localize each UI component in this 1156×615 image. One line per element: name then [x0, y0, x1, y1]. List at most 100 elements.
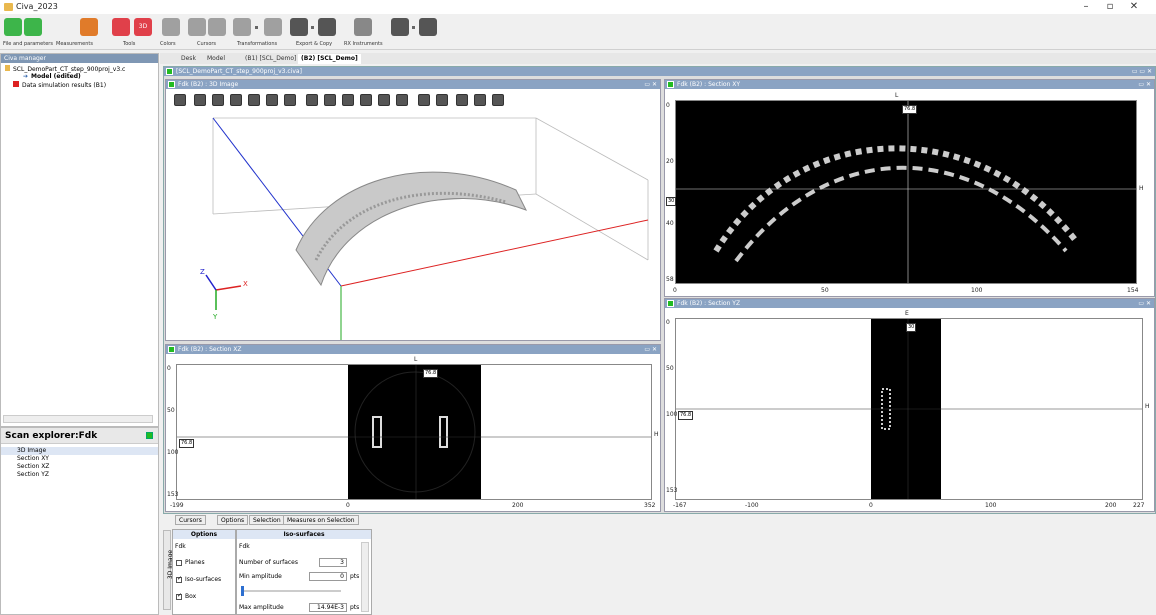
- section-xz-controls[interactable]: ▭ ✕: [644, 345, 657, 354]
- box-checkbox[interactable]: ✓: [176, 592, 182, 600]
- tab-model[interactable]: Model: [204, 54, 228, 64]
- toolbar-label-export: Export & Copy: [296, 41, 333, 47]
- side-tab-3d-image[interactable]: 3D Image: [163, 530, 174, 610]
- window-controls[interactable]: ▭ ▭ ✕: [1132, 67, 1152, 76]
- view-iso-icon[interactable]: [266, 94, 278, 106]
- tree-item-results[interactable]: Data simulation results (B1): [1, 81, 158, 89]
- view-front-icon[interactable]: [212, 94, 224, 106]
- iso-group-label: Fdk: [239, 543, 250, 550]
- cursor-value-xy-left: 30: [666, 197, 677, 206]
- layout-icon-2[interactable]: [419, 18, 437, 36]
- view-side-icon[interactable]: [230, 94, 242, 106]
- rx-instruments-icon[interactable]: [354, 18, 372, 36]
- section-xy-plot[interactable]: 76.8 30: [666, 100, 1137, 284]
- rotate-icon-6[interactable]: [396, 94, 408, 106]
- 3d-scene[interactable]: X Z Y: [166, 110, 660, 340]
- parameters-icon[interactable]: [24, 18, 42, 36]
- tab-selection[interactable]: Selection: [249, 515, 285, 525]
- section-yz-controls[interactable]: ▭ ✕: [1138, 299, 1151, 308]
- section-xy-controls[interactable]: ▭ ✕: [1138, 80, 1151, 89]
- camera-icon[interactable]: [318, 18, 336, 36]
- horizontal-scrollbar[interactable]: [3, 415, 153, 423]
- part-model: [295, 171, 528, 287]
- scan-explorer-title: Scan explorer:Fdk: [1, 428, 158, 444]
- rotate-icon-4[interactable]: [360, 94, 372, 106]
- rotate-icon-2[interactable]: [324, 94, 336, 106]
- maximize-button[interactable]: ▫: [1100, 1, 1120, 13]
- amplitude-slider-thumb[interactable]: [241, 586, 244, 596]
- iso-icon[interactable]: [436, 94, 448, 106]
- tab-b2[interactable]: (B2) [SCL_Demo]: [298, 54, 361, 64]
- folder-icon: [5, 65, 10, 71]
- cursors-icon-2[interactable]: [208, 18, 226, 36]
- export-icon[interactable]: [290, 18, 308, 36]
- bottom-panel: Cursors Options Selection Measures on Se…: [163, 514, 1156, 615]
- section-xz-title: Fdk (B2) : Section XZ: [178, 346, 242, 353]
- view-iso2-icon[interactable]: [284, 94, 296, 106]
- options-title: Options: [173, 530, 235, 539]
- transformations-icon[interactable]: [233, 18, 251, 36]
- window-title: Civa_2023: [16, 2, 58, 11]
- iso-scrollbar[interactable]: [361, 542, 369, 612]
- section-yz-image: [676, 319, 1142, 499]
- tools-icon[interactable]: [112, 18, 130, 36]
- tab-cursors[interactable]: Cursors: [175, 515, 206, 525]
- max-amplitude-label: Max amplitude: [239, 604, 284, 611]
- cursors-icon[interactable]: [188, 18, 206, 36]
- number-of-surfaces-input[interactable]: 3: [319, 558, 347, 567]
- section-xz-plot[interactable]: 76.8 76.8: [176, 364, 652, 500]
- rotate-icon-5[interactable]: [378, 94, 390, 106]
- amplitude-slider[interactable]: [241, 590, 341, 592]
- iso-surfaces-checkbox[interactable]: ✓: [176, 575, 182, 583]
- iso-surfaces-panel: Iso-surfaces Fdk Number of surfaces 3 Mi…: [236, 529, 372, 615]
- rotate-icon-3[interactable]: [342, 94, 354, 106]
- close-button[interactable]: ✕: [1124, 1, 1144, 13]
- transform-icon-2[interactable]: [264, 18, 282, 36]
- status-icon: [146, 432, 153, 439]
- axes-gizmo: X Z Y: [200, 268, 248, 321]
- view-3d-controls[interactable]: ▭ ✕: [644, 80, 657, 89]
- box3-icon[interactable]: [492, 94, 504, 106]
- view-top-icon[interactable]: [248, 94, 260, 106]
- section-xz-image: [177, 365, 651, 499]
- layout-icon[interactable]: [391, 18, 409, 36]
- colors-icon[interactable]: [162, 18, 180, 36]
- view-3d-window: Fdk (B2) : 3D Image ▭ ✕ X Z Y: [165, 79, 661, 341]
- max-amplitude-input[interactable]: 14.94E-3: [309, 603, 347, 612]
- tab-b1[interactable]: (B1) [SCL_Demo]: [242, 54, 299, 64]
- pointer-icon[interactable]: [174, 94, 186, 106]
- civa-manager-title: Civa manager: [1, 54, 158, 63]
- box2-icon[interactable]: [474, 94, 486, 106]
- options-group-label: Fdk: [175, 543, 186, 550]
- app-icon: [4, 3, 13, 11]
- scan-item-section-yz[interactable]: Section YZ: [1, 471, 158, 479]
- min-amplitude-label: Min amplitude: [239, 573, 282, 580]
- cursor-value-xy-top: 76.8: [902, 105, 918, 114]
- tree-item-project[interactable]: SCL_DemoPart_CT_step_900proj_v3.c: [1, 65, 158, 73]
- section-yz-plot[interactable]: 30 76.8: [675, 318, 1143, 500]
- cursor-value-yz-left: 76.8: [678, 411, 694, 420]
- tree-item-model[interactable]: ➔ Model (edited): [1, 73, 158, 81]
- tab-measures-on-selection[interactable]: Measures on Selection: [283, 515, 359, 525]
- tab-options[interactable]: Options: [217, 515, 249, 525]
- planes-checkbox[interactable]: [176, 560, 182, 566]
- results-icon: [13, 81, 19, 87]
- rotate-icon-1[interactable]: [306, 94, 318, 106]
- section-xz-window: Fdk (B2) : Section XZ ▭ ✕ 76.8 76.8 L H …: [165, 344, 661, 512]
- file-icon[interactable]: [4, 18, 22, 36]
- plane-icon[interactable]: [418, 94, 430, 106]
- scan-item-section-xz[interactable]: Section XZ: [1, 463, 158, 471]
- min-amplitude-input[interactable]: 0: [309, 572, 347, 581]
- measurements-icon[interactable]: [80, 18, 98, 36]
- 3d-tool-icon[interactable]: 3D: [134, 18, 152, 36]
- toolbar-label-transformations: Transformations: [237, 41, 278, 47]
- tab-desk[interactable]: Desk: [178, 54, 199, 64]
- scan-item-section-xy[interactable]: Section XY: [1, 455, 158, 463]
- box-icon[interactable]: [456, 94, 468, 106]
- svg-text:Z: Z: [200, 268, 205, 276]
- zoom-fit-icon[interactable]: [194, 94, 206, 106]
- scan-item-3d-image[interactable]: 3D Image: [1, 447, 158, 455]
- minimize-button[interactable]: –: [1076, 1, 1096, 13]
- toolbar-label-cursors: Cursors: [197, 41, 217, 47]
- section-xy-title: Fdk (B2) : Section XY: [677, 81, 741, 88]
